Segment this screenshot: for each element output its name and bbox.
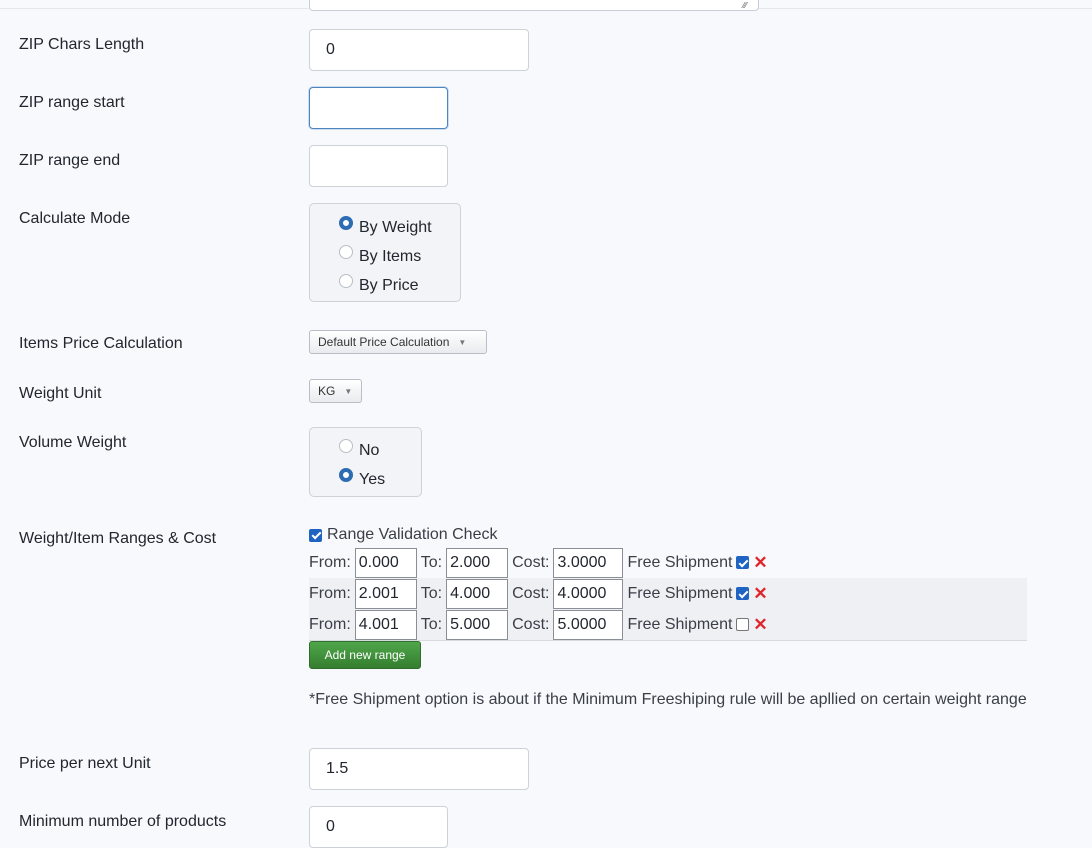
radio-yes[interactable]: Yes [339,468,385,489]
select-value: KG [318,384,336,398]
range-row: From: To: Cost: Free Shipment ✕ [309,547,1027,579]
to-label: To: [420,553,443,571]
free-shipment-label: Free Shipment [627,584,733,602]
free-shipment-checkbox[interactable] [736,556,750,569]
cost-label: Cost: [512,553,550,571]
radio-checked-icon[interactable] [339,468,353,482]
radio-label-by-items: By Items [359,248,422,265]
radio-label-yes: Yes [359,471,386,488]
previous-textarea[interactable]: ⁄⁄⁄ [309,0,759,11]
range-from-input[interactable] [354,609,417,640]
range-to-input[interactable] [446,609,509,640]
weight-ranges-label: Weight/Item Ranges & Cost [19,530,217,547]
delete-x-icon[interactable]: ✕ [753,616,767,633]
radio-unchecked-icon[interactable] [339,439,353,453]
from-label: From: [309,615,351,633]
range-cost-input[interactable] [553,609,624,640]
zip-range-end-label: ZIP range end [19,152,121,169]
to-label: To: [420,584,443,602]
radio-no[interactable]: No [339,439,379,460]
free-shipment-checkbox[interactable] [736,587,750,600]
range-to-input[interactable] [446,547,509,578]
range-cost-input[interactable] [553,578,624,609]
range-from-input[interactable] [354,578,417,609]
radio-checked-icon[interactable] [339,216,353,230]
price-per-next-unit-label: Price per next Unit [19,755,151,772]
zip-chars-length-input[interactable] [309,29,529,71]
checkbox-checked-icon[interactable] [309,528,322,542]
range-row: From: To: Cost: Free Shipment ✕ [309,578,1027,610]
radio-label-no: No [359,442,380,459]
weight-unit-label: Weight Unit [19,385,102,402]
radio-label-by-weight: By Weight [359,219,432,236]
zip-chars-length-label: ZIP Chars Length [19,36,145,53]
radio-label-by-price: By Price [359,277,419,294]
volume-weight-label: Volume Weight [19,434,127,451]
radio-by-weight[interactable]: By Weight [339,216,432,237]
calculate-mode-label: Calculate Mode [19,210,131,227]
from-label: From: [309,553,351,571]
delete-x-icon[interactable]: ✕ [753,554,767,571]
from-label: From: [309,584,351,602]
range-validation-check[interactable]: Range Validation Check [309,526,497,544]
weight-unit-select[interactable]: KG ▼ [309,379,362,403]
add-new-range-button[interactable]: Add new range [309,641,421,669]
free-shipment-label: Free Shipment [627,553,733,571]
price-per-next-unit-input[interactable] [309,748,529,790]
zip-range-end-input[interactable] [309,145,448,187]
cost-label: Cost: [512,615,550,633]
zip-range-start-label: ZIP range start [19,94,125,111]
radio-by-price[interactable]: By Price [339,274,419,295]
radio-by-items[interactable]: By Items [339,245,421,266]
range-cost-input[interactable] [553,547,624,578]
range-from-input[interactable] [354,547,417,578]
free-shipment-note: *Free Shipment option is about if the Mi… [309,691,1027,708]
resize-grip-icon[interactable]: ⁄⁄⁄ [743,2,755,10]
range-validation-label: Range Validation Check [327,526,498,543]
zip-range-start-input[interactable] [309,87,448,129]
triangle-down-icon: ▼ [458,337,467,347]
minimum-number-of-products-label: Minimum number of products [19,813,227,830]
triangle-down-icon: ▼ [344,386,353,396]
select-value: Default Price Calculation [318,335,450,349]
to-label: To: [420,615,443,633]
items-price-calculation-label: Items Price Calculation [19,335,183,352]
range-to-input[interactable] [446,578,509,609]
radio-unchecked-icon[interactable] [339,274,353,288]
free-shipment-label: Free Shipment [627,615,733,633]
free-shipment-checkbox[interactable] [736,618,750,631]
items-price-calculation-select[interactable]: Default Price Calculation ▼ [309,330,487,354]
minimum-number-of-products-input[interactable] [309,806,448,848]
calculate-mode-radio-group: By Weight By Items By Price [309,203,461,302]
range-row: From: To: Cost: Free Shipment ✕ [309,609,1027,641]
volume-weight-radio-group: No Yes [309,427,422,497]
cost-label: Cost: [512,584,550,602]
radio-unchecked-icon[interactable] [339,245,353,259]
delete-x-icon[interactable]: ✕ [753,585,767,602]
